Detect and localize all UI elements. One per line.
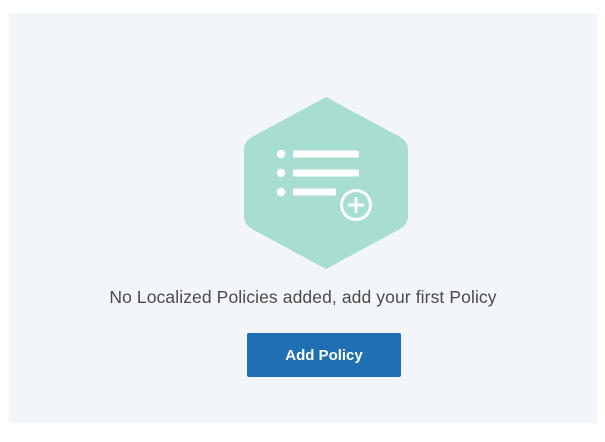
list-add-icon bbox=[244, 97, 408, 269]
empty-state: No Localized Policies added, add your fi… bbox=[9, 13, 597, 423]
empty-state-message: No Localized Policies added, add your fi… bbox=[109, 287, 497, 307]
add-policy-button[interactable]: Add Policy bbox=[247, 333, 401, 377]
empty-state-panel: No Localized Policies added, add your fi… bbox=[9, 13, 597, 423]
